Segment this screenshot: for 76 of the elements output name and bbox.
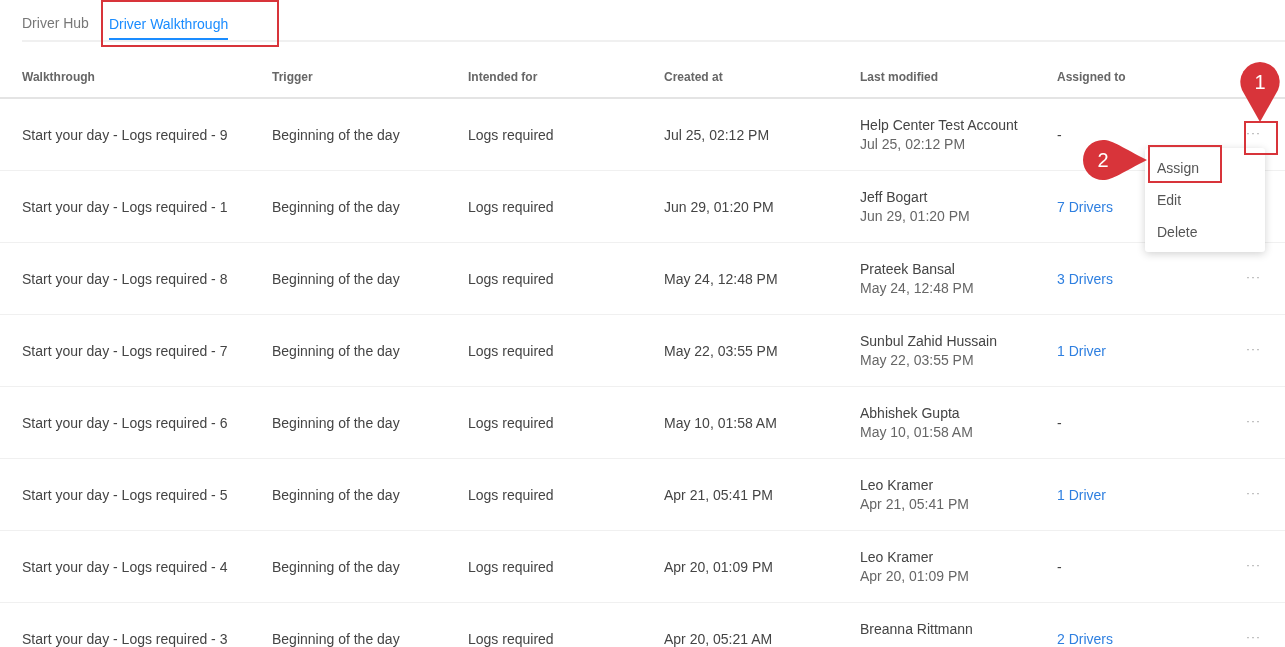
table-cell-text: Apr 20, 01:09 PM	[664, 558, 774, 575]
modifier-name: Breanna Rittmann	[860, 621, 974, 637]
menu-item[interactable]: Assign	[1145, 152, 1265, 184]
table-cell-text: Beginning of the day	[272, 342, 401, 359]
drivers-link[interactable]: 3 Drivers	[1057, 270, 1113, 287]
more-button[interactable]: ···	[1244, 558, 1263, 572]
table-cell-text: May 22, 03:55 PM	[664, 342, 779, 359]
more-button[interactable]: ···	[1244, 126, 1263, 140]
modifier-name: Leo Kramer	[860, 549, 935, 565]
table-cell-text: Start your day - Logs required - 5	[22, 486, 229, 503]
table-cell-text: Logs required	[468, 126, 555, 143]
table-cell-text: Beginning of the day	[272, 126, 401, 143]
modifier-name: Abhishek Gupta	[860, 405, 961, 421]
table-cell-text: Logs required	[468, 486, 555, 503]
table-cell-text: Beginning of the day	[272, 414, 401, 431]
modifier-name: Help Center Test Account	[860, 117, 1019, 133]
table-cell-text: Start your day - Logs required - 7	[22, 342, 229, 359]
table-cell-text: Jun 29, 01:20 PM	[664, 198, 775, 215]
drivers-link[interactable]: 1 Driver	[1057, 342, 1106, 359]
table-cell: -	[1057, 414, 1062, 431]
drivers-link[interactable]: 7 Drivers	[1057, 198, 1113, 215]
table-cell-text: Beginning of the day	[272, 558, 401, 575]
highlight-box	[1244, 121, 1278, 155]
modifier-name: Sunbul Zahid Hussain	[860, 333, 998, 349]
table-cell-text: Start your day - Logs required - 3	[22, 630, 229, 647]
more-button[interactable]: ···	[1244, 270, 1263, 284]
column-header: Walkthrough	[22, 68, 96, 84]
modifier-name: Jeff Bogart	[860, 189, 929, 205]
column-header: Assigned to	[1057, 68, 1127, 84]
table-cell-text: Logs required	[468, 558, 555, 575]
table-cell-text: Jul 25, 02:12 PM	[664, 126, 771, 143]
table-cell-text: Start your day - Logs required - 8	[22, 270, 229, 287]
more-button[interactable]: ···	[1244, 342, 1263, 356]
table-cell-text: Logs required	[468, 342, 555, 359]
table-cell-text: May 24, 12:48 PM	[664, 270, 779, 287]
modified-date: Apr 20, 01:09 PM	[860, 568, 970, 584]
column-header: Created at	[664, 68, 724, 84]
more-button[interactable]: ···	[1244, 414, 1263, 428]
modified-date: May 22, 03:55 PM	[860, 352, 975, 368]
table-cell-text: Apr 21, 05:41 PM	[664, 486, 774, 503]
drivers-link[interactable]: 1 Driver	[1057, 486, 1106, 503]
modified-date: Apr 21, 05:41 PM	[860, 496, 970, 512]
menu-item[interactable]: Edit	[1145, 184, 1265, 216]
table-cell-text: Logs required	[468, 270, 555, 287]
table-cell-text: Start your day - Logs required - 6	[22, 414, 229, 431]
modified-date: May 24, 12:48 PM	[860, 280, 975, 296]
table-cell-text: Logs required	[468, 630, 555, 647]
table-cell-text: Logs required	[468, 198, 555, 215]
modified-date: May 10, 01:58 AM	[860, 424, 974, 440]
menu-item[interactable]: Delete	[1145, 216, 1265, 248]
table-cell-text: Start your day - Logs required - 1	[22, 198, 229, 215]
column-header: Last modified	[860, 68, 939, 84]
drivers-link[interactable]: 2 Drivers	[1057, 630, 1113, 647]
callout-marker: 1	[1240, 62, 1280, 122]
column-header: Trigger	[272, 68, 314, 84]
column-header: Intended for	[468, 68, 539, 84]
table-cell-text: Beginning of the day	[272, 198, 401, 215]
table-cell-text: Beginning of the day	[272, 630, 401, 647]
table-cell-text: Start your day - Logs required - 4	[22, 558, 229, 575]
table-cell: -	[1057, 558, 1062, 575]
tab[interactable]: Driver Hub	[22, 0, 89, 38]
table-cell-text: Beginning of the day	[272, 270, 401, 287]
more-button[interactable]: ···	[1244, 486, 1263, 500]
modifier-name: Leo Kramer	[860, 477, 935, 493]
table-cell: -	[1057, 126, 1062, 143]
callout-marker: 2	[1083, 140, 1147, 180]
table-cell-text: Logs required	[468, 414, 555, 431]
modifier-name: Prateek Bansal	[860, 261, 956, 277]
table-cell-text: Apr 20, 05:21 AM	[664, 630, 774, 647]
table-cell-text: Start your day - Logs required - 9	[22, 126, 229, 143]
table-cell-text: Beginning of the day	[272, 486, 401, 503]
modified-date: Jul 25, 02:12 PM	[860, 136, 967, 152]
modified-date: Jun 29, 01:20 PM	[860, 208, 971, 224]
tab[interactable]: Driver Walkthrough	[108, 0, 229, 40]
more-button[interactable]: ···	[1244, 630, 1263, 644]
table-cell-text: May 10, 01:58 AM	[664, 414, 778, 431]
